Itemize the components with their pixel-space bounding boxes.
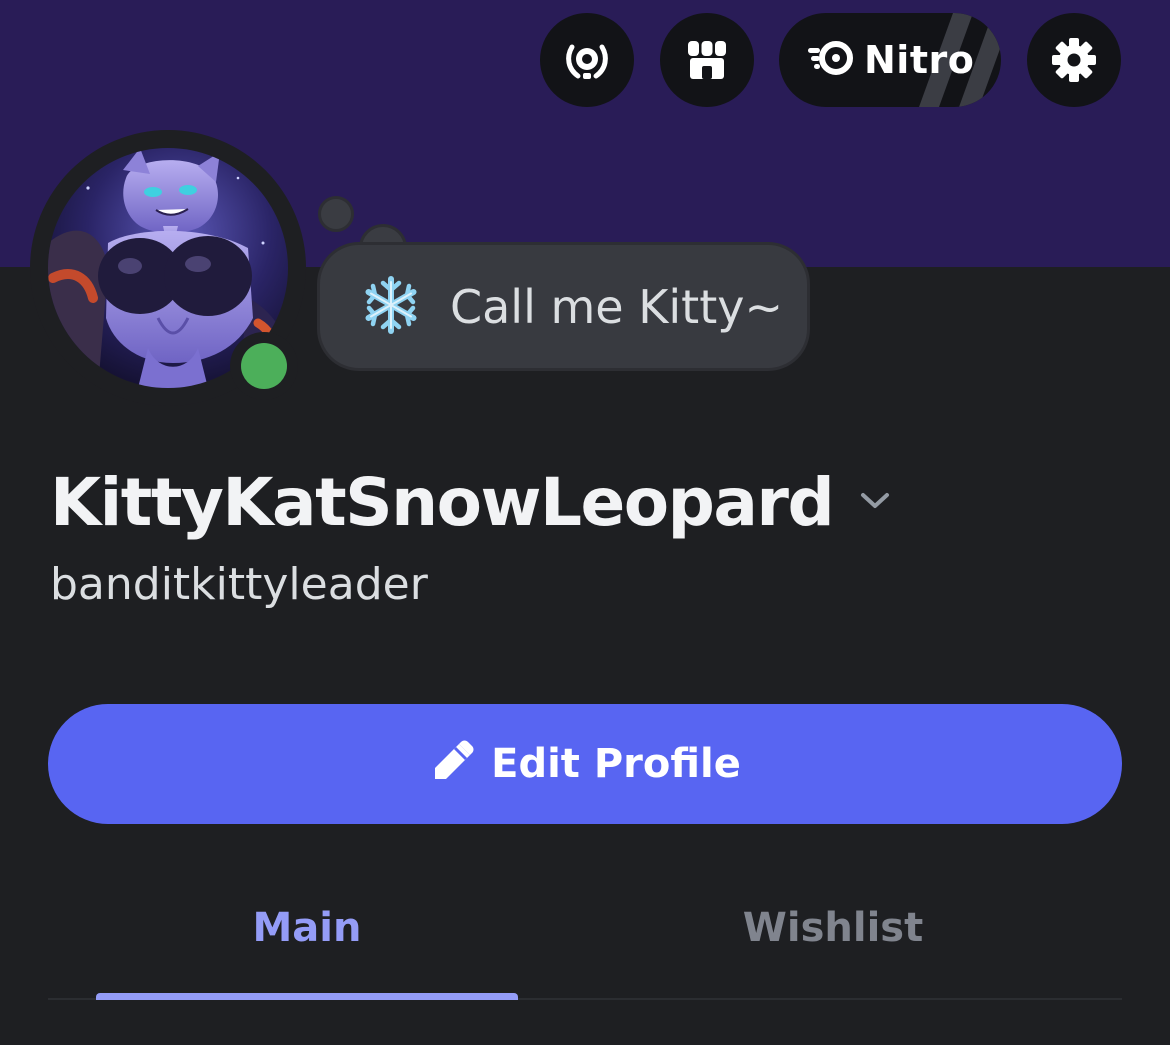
nitro-label: Nitro [864, 38, 975, 82]
online-status-indicator [241, 343, 287, 389]
thought-bubble-dot [318, 196, 354, 232]
shop-icon [684, 37, 730, 83]
tab-wishlist[interactable]: Wishlist [622, 900, 1044, 956]
edit-profile-label: Edit Profile [491, 741, 741, 787]
snowflake-icon [360, 274, 422, 340]
display-name-row[interactable]: KittyKatSnowLeopard [50, 458, 891, 548]
username: banditkittyleader [50, 559, 428, 610]
laurel-badge-icon [562, 35, 612, 85]
tab-main[interactable]: Main [96, 900, 518, 956]
tab-active-indicator [96, 993, 518, 1000]
nitro-icon [806, 41, 854, 79]
display-name: KittyKatSnowLeopard [50, 464, 835, 541]
nitro-button[interactable]: Nitro [779, 13, 1001, 107]
pencil-icon [429, 739, 475, 789]
badges-button[interactable] [540, 13, 634, 107]
chevron-down-icon[interactable] [859, 491, 891, 515]
edit-profile-button[interactable]: Edit Profile [48, 704, 1122, 824]
gear-icon [1049, 35, 1099, 85]
settings-button[interactable] [1027, 13, 1121, 107]
custom-status-text: Call me Kitty~ [450, 279, 784, 334]
custom-status-bubble[interactable]: Call me Kitty~ [317, 242, 810, 371]
shop-button[interactable] [660, 13, 754, 107]
